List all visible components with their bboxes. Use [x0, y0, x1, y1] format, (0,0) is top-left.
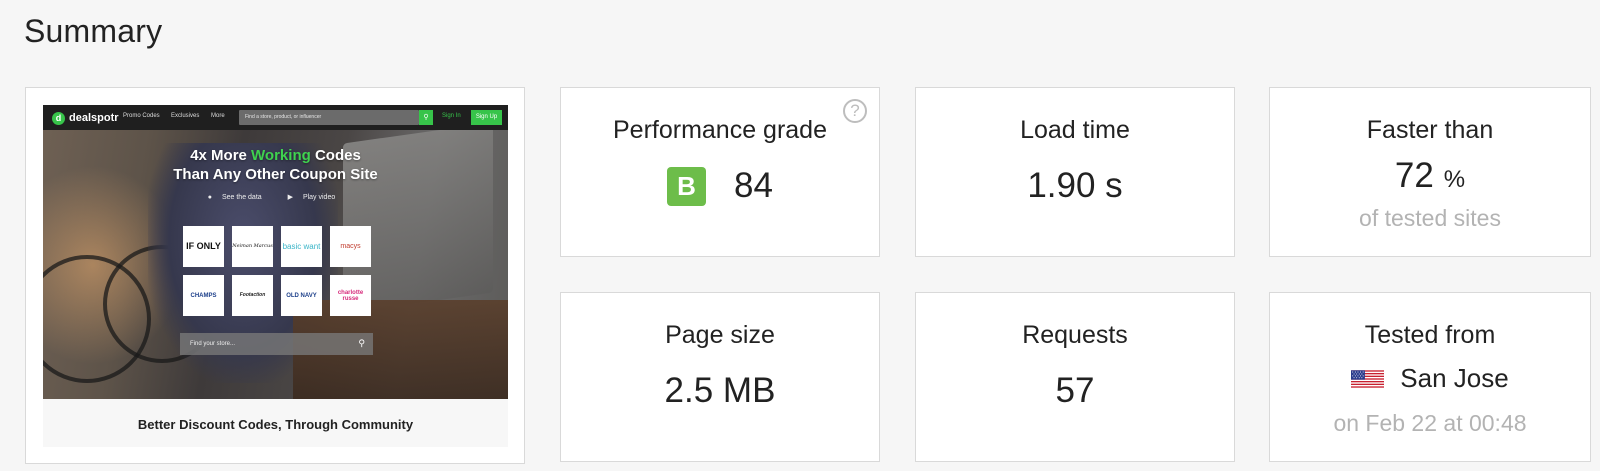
nav-link-promo-codes: Promo Codes [123, 113, 160, 119]
search-icon: ⚲ [419, 110, 433, 125]
grade-badge: B [667, 166, 707, 206]
tested-from-location: San Jose [1400, 363, 1509, 393]
dealspotr-logo-icon: d [52, 111, 65, 125]
requests-card: Requests 57 [915, 292, 1235, 462]
nav-search-placeholder: Find a store, product, or influencer [245, 114, 322, 120]
hero-prefix: 4x More [190, 147, 252, 164]
play-video-label: Play video [302, 194, 336, 201]
page-title: Summary [24, 13, 163, 49]
screenshot-caption-strip: Better Discount Codes, Through Community [43, 399, 508, 447]
nav-signin: Sign In [442, 113, 461, 119]
faster-than-value-row: 72% [1270, 156, 1590, 196]
page-size-card: Page size 2.5 MB [560, 292, 880, 462]
performance-grade-label: Performance grade [612, 116, 827, 144]
page-screenshot-card: d dealspotr Promo Codes Exclusives More … [25, 87, 525, 464]
see-data-link: ● See the data [207, 194, 262, 201]
screenshot-nav-search: Find a store, product, or influencer [239, 110, 419, 125]
brand-tile: basic want [281, 226, 322, 267]
tested-from-card: Tested from San Jose on Feb 22 at 00:48 [1269, 292, 1591, 462]
load-time-label: Load time [1020, 116, 1130, 144]
hero-headline-line2: Than Any Other Coupon Site [173, 166, 378, 183]
nav-link-exclusives: Exclusives [171, 113, 200, 119]
requests-label: Requests [1022, 321, 1128, 349]
faster-than-unit: % [1443, 166, 1466, 193]
requests-value: 57 [1055, 371, 1095, 410]
page-screenshot: d dealspotr Promo Codes Exclusives More … [43, 105, 508, 399]
load-time-card: Load time 1.90 s [915, 87, 1235, 257]
faster-than-value: 72 [1394, 156, 1434, 195]
screenshot-store-search: Find your store... ⚲ [180, 333, 373, 355]
brand-grid: IF ONLY Neiman Marcus basic want macys C… [183, 226, 373, 316]
screenshot-navbar: d dealspotr Promo Codes Exclusives More … [43, 105, 508, 130]
search-icon: ⚲ [358, 338, 365, 348]
performance-grade-row: B 84 [561, 166, 879, 206]
faster-than-label: Faster than [1366, 116, 1494, 144]
hero-headline-line1: 4x More Working Codes [43, 147, 508, 164]
hero-highlight: Working [251, 147, 311, 164]
page-size-label: Page size [665, 321, 775, 349]
see-data-label: See the data [221, 194, 262, 201]
page-size-value: 2.5 MB [664, 371, 776, 410]
play-video-link: ▶ Play video [287, 194, 336, 201]
us-flag-icon [1351, 369, 1385, 388]
brand-tile: charlotte russe [330, 275, 371, 316]
faster-than-sub: of tested sites [1359, 205, 1501, 231]
screenshot-logo: d dealspotr [52, 111, 119, 125]
tested-from-location-row: San Jose [1270, 363, 1590, 394]
tested-from-date: on Feb 22 at 00:48 [1333, 410, 1527, 436]
grade-score: 84 [734, 166, 773, 205]
store-search-placeholder: Find your store... [190, 341, 236, 347]
brand-tile: CHAMPS [183, 275, 224, 316]
hero-suffix: Codes [310, 147, 361, 164]
nav-signup: Sign Up [471, 110, 502, 125]
load-time-value: 1.90 s [1027, 166, 1123, 205]
brand-tile: Neiman Marcus [232, 226, 273, 267]
performance-grade-card: ? Performance grade B 84 [560, 87, 880, 257]
brand-tile: IF ONLY [183, 226, 224, 267]
tested-from-label: Tested from [1364, 321, 1496, 349]
logo-text: dealspotr [69, 112, 119, 124]
faster-than-card: Faster than 72% of tested sites [1269, 87, 1591, 257]
brand-tile: macys [330, 226, 371, 267]
nav-link-more: More [211, 113, 225, 119]
hero-actions: ● See the data ▶ Play video [43, 193, 508, 201]
brand-tile: Footaction [232, 275, 273, 316]
screenshot-caption: Better Discount Codes, Through Community [137, 417, 414, 432]
brand-tile: OLD NAVY [281, 275, 322, 316]
